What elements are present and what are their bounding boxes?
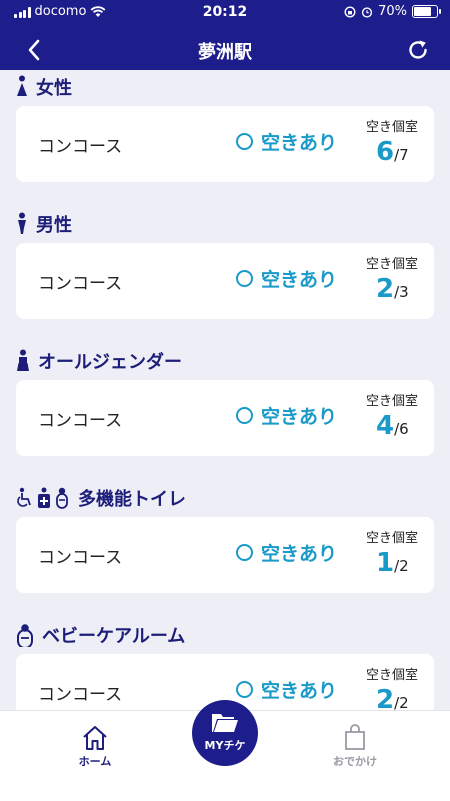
total-count: /2 [394,694,409,710]
location-label: コンコース [38,685,123,705]
alarm-icon [361,6,373,18]
available-count: 2 [376,685,395,710]
restroom-card[interactable]: コンコース 空きあり 空き個室 2/3 [16,243,434,319]
total-count: /3 [394,283,409,301]
availability-status: 空きあり [236,676,337,703]
available-circle-icon [236,681,253,698]
section-title: ベビーケアルーム [42,626,186,647]
section-title: 女性 [36,78,72,99]
rooms-label: 空き個室 [366,120,419,135]
location-label: コンコース [38,548,123,568]
male-icon [16,212,28,236]
availability-text: 空きあり [261,680,338,702]
multipurpose-icons [16,487,70,509]
restroom-card[interactable]: コンコース 空きあり 空き個室 4/6 [16,380,434,456]
availability-text: 空きあり [261,269,338,291]
available-circle-icon [236,270,253,287]
total-count: /2 [394,557,409,575]
battery-percent: 70% [378,4,407,19]
rooms-label: 空き個室 [366,668,419,683]
availability-status: 空きあり [236,265,337,292]
tab-mychike-label: MYチケ [204,739,246,752]
room-count: 空き個室 2/3 [366,253,446,304]
availability-text: 空きあり [261,406,338,428]
total-count: /7 [394,146,409,164]
tab-home[interactable]: ホーム [45,723,145,769]
status-right: 70% [344,4,441,19]
available-count: 1 [376,548,395,578]
section-title: 男性 [36,215,72,236]
section-header: 多機能トイレ [16,481,186,515]
available-count: 6 [376,137,395,167]
rooms-label: 空き個室 [366,257,419,272]
rooms-label: 空き個室 [366,531,419,546]
female-icon [16,75,28,99]
section-title: 多機能トイレ [78,489,186,510]
section-header: 男性 [16,207,72,241]
room-count: 空き個室 2/2 [366,664,446,710]
baby-icon [56,487,68,509]
availability-text: 空きあり [261,132,338,154]
status-bar: docomo 20:12 70% [0,0,450,26]
section-title: オールジェンダー [38,352,182,373]
location-label: コンコース [38,411,123,431]
wheelchair-icon [17,487,31,507]
available-count: 4 [376,411,395,441]
refresh-button[interactable] [402,34,434,66]
section-header: ベビーケアルーム [16,618,185,652]
tab-outing[interactable]: おでかけ [305,723,405,769]
battery-icon [412,5,441,18]
available-circle-icon [236,133,253,150]
room-count: 空き個室 4/6 [366,390,446,441]
orientation-lock-icon [344,5,356,18]
navigation-bar: 夢洲駅 [0,30,450,70]
tab-home-label: ホーム [78,755,112,768]
rooms-label: 空き個室 [366,394,419,409]
restroom-card[interactable]: コンコース 空きあり 空き個室 6/7 [16,106,434,182]
availability-status: 空きあり [236,128,337,155]
location-label: コンコース [38,274,123,294]
shopping-bag-icon [345,724,365,750]
availability-status: 空きあり [236,402,337,429]
available-circle-icon [236,544,253,561]
section-header: 女性 [16,70,72,104]
ostomate-icon [38,487,50,508]
available-count: 2 [376,274,395,304]
all-gender-icon [16,349,30,373]
folder-icon [212,714,238,732]
tab-outing-label: おでかけ [333,755,377,768]
room-count: 空き個室 1/2 [366,527,446,578]
baby-care-icon [16,623,34,647]
location-label: コンコース [38,137,123,157]
available-circle-icon [236,407,253,424]
availability-text: 空きあり [261,543,338,565]
total-count: /6 [394,420,409,438]
tab-mychike[interactable]: MYチケ [192,700,258,766]
home-icon [83,726,107,750]
availability-status: 空きあり [236,539,337,566]
room-count: 空き個室 6/7 [366,116,446,167]
restroom-list[interactable]: 女性 コンコース 空きあり 空き個室 6/7 男性 コンコース 空きあり 空き個… [0,70,450,710]
page-title: 夢洲駅 [198,42,252,63]
top-bar: docomo 20:12 70% 夢洲駅 [0,0,450,70]
section-header: オールジェンダー [16,344,182,378]
refresh-icon [409,40,427,59]
restroom-card[interactable]: コンコース 空きあり 空き個室 1/2 [16,517,434,593]
